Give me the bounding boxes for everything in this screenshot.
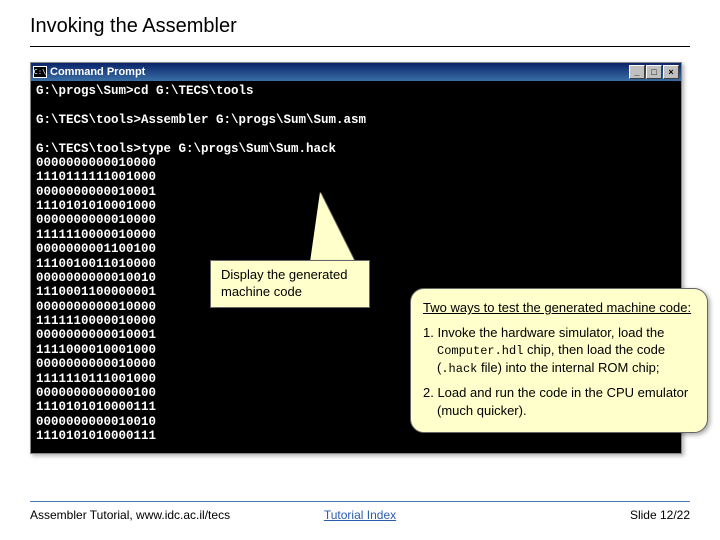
term-line: 1110101010001000	[36, 199, 156, 213]
term-line: 1110101010000111	[36, 429, 156, 443]
text: 1. Invoke the hardware simulator, load t…	[423, 325, 664, 340]
window-title: Command Prompt	[50, 66, 145, 78]
term-line: 0000000000010000	[36, 156, 156, 170]
term-line: 0000000000010000	[36, 357, 156, 371]
maximize-button[interactable]: □	[646, 65, 662, 79]
cmd-icon: C:\	[33, 66, 47, 78]
window-titlebar: C:\ Command Prompt _ □ ×	[31, 63, 681, 81]
callout-item-1: 1. Invoke the hardware simulator, load t…	[423, 324, 695, 378]
close-button[interactable]: ×	[663, 65, 679, 79]
callout-display-code: Display the generated machine code	[210, 260, 370, 308]
callout-text: Display the generated machine code	[221, 267, 347, 299]
slide-title: Invoking the Assembler	[30, 15, 690, 38]
term-line: 1111000010001000	[36, 343, 156, 357]
term-line: 1110101010000111	[36, 400, 156, 414]
term-line: 1110001100000001	[36, 285, 156, 299]
text: file) into the internal ROM chip;	[477, 360, 659, 375]
title-underline	[30, 46, 690, 47]
term-line: 0000000000010001	[36, 185, 156, 199]
callout-item-2: 2. Load and run the code in the CPU emul…	[423, 384, 695, 419]
code: .hack	[441, 362, 477, 376]
callout-test-ways: Two ways to test the generated machine c…	[410, 288, 708, 433]
term-line: 0000000000010001	[36, 328, 156, 342]
term-line: G:\progs\Sum>cd G:\TECS\tools	[36, 84, 254, 98]
minimize-button[interactable]: _	[629, 65, 645, 79]
term-line: 0000000001100100	[36, 242, 156, 256]
term-line: 1110111111001000	[36, 170, 156, 184]
term-line: 1111110111001000	[36, 372, 156, 386]
term-line: 0000000000010000	[36, 213, 156, 227]
term-line: 0000000000000100	[36, 386, 156, 400]
term-line: G:\TECS\tools>Assembler G:\progs\Sum\Sum…	[36, 113, 366, 127]
tutorial-index-link[interactable]: Tutorial Index	[324, 508, 396, 522]
terminal-area: C:\ Command Prompt _ □ × G:\progs\Sum>cd…	[30, 62, 682, 454]
slide-footer: Assembler Tutorial, www.idc.ac.il/tecs T…	[30, 501, 690, 522]
window-controls: _ □ ×	[629, 65, 679, 79]
term-line: 0000000000010010	[36, 271, 156, 285]
term-line: G:\TECS\tools>type G:\progs\Sum\Sum.hack	[36, 142, 336, 156]
term-line: 1110010011010000	[36, 257, 156, 271]
term-line: 0000000000010010	[36, 415, 156, 429]
code: Computer.hdl	[437, 344, 523, 358]
term-line: 0000000000010000	[36, 300, 156, 314]
footer-mid: Tutorial Index	[30, 508, 690, 522]
term-line: 1111110000010000	[36, 314, 156, 328]
callout-heading: Two ways to test the generated machine c…	[423, 299, 695, 317]
term-line: 1111110000010000	[36, 228, 156, 242]
